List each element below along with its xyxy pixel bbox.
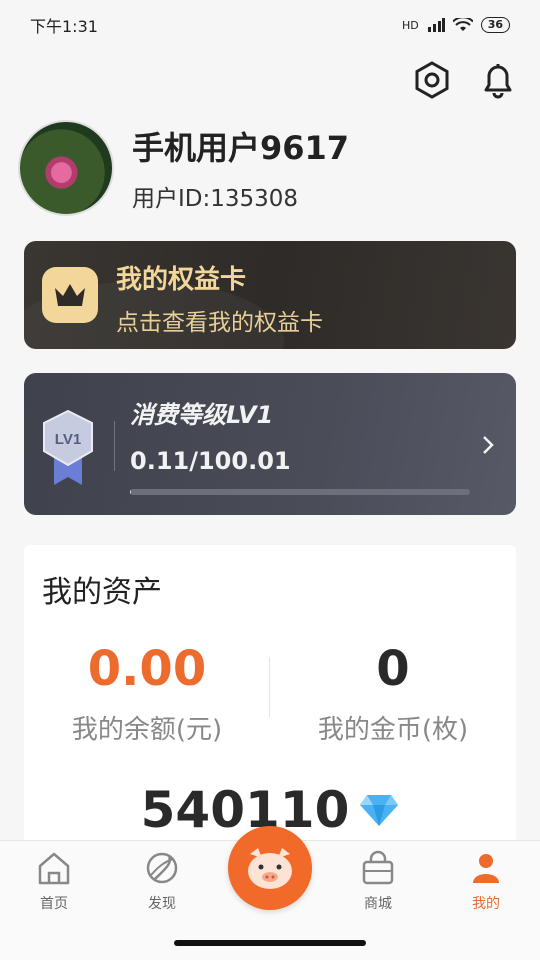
diamond-icon bbox=[360, 795, 399, 826]
assets-card: 我的资产 0.00 我的余额(元) 0 我的金币(枚) 540110 bbox=[24, 545, 516, 845]
nav-item-shop[interactable]: 商城 bbox=[338, 849, 418, 913]
nav-label-discover: 发现 bbox=[148, 896, 176, 912]
battery-indicator: 36 bbox=[480, 17, 510, 33]
coins-value: 0 bbox=[376, 641, 410, 697]
level-card[interactable]: LV1 消费等级LV1 0.11/100.01 bbox=[24, 373, 516, 515]
top-actions bbox=[412, 60, 518, 100]
balance-label: 我的余额(元) bbox=[71, 715, 223, 745]
nav-item-home[interactable]: 首页 bbox=[14, 849, 94, 913]
level-divider bbox=[114, 421, 115, 471]
signal-label: HD bbox=[401, 18, 419, 32]
nav-label-mine: 我的 bbox=[472, 896, 500, 912]
coins-label: 我的金币(枚) bbox=[317, 715, 469, 745]
user-icon bbox=[473, 854, 499, 883]
nav-item-discover[interactable]: 发现 bbox=[122, 849, 202, 913]
chevron-right-icon[interactable] bbox=[478, 431, 498, 459]
nav-label-shop: 商城 bbox=[364, 896, 392, 912]
assets-title: 我的资产 bbox=[42, 575, 162, 610]
status-bar: 下午1:31 HD 36 bbox=[0, 0, 540, 50]
level-title: 消费等级LV1 bbox=[130, 401, 274, 429]
benefit-card[interactable]: 我的权益卡 点击查看我的权益卡 bbox=[24, 241, 516, 349]
benefit-subtitle: 点击查看我的权益卡 bbox=[116, 310, 323, 336]
status-time: 下午1:31 bbox=[30, 17, 98, 36]
level-badge-icon: LV1 bbox=[43, 409, 93, 485]
status-icons: HD 36 bbox=[402, 17, 510, 33]
nav-label-home: 首页 bbox=[40, 896, 68, 912]
balance-block[interactable]: 0.00 我的余额(元) bbox=[24, 641, 270, 746]
diamond-value: 540110 bbox=[140, 781, 350, 839]
shop-icon bbox=[362, 850, 394, 885]
level-progress-bar bbox=[130, 489, 470, 495]
coins-block[interactable]: 0 我的金币(枚) bbox=[270, 641, 516, 746]
home-icon bbox=[38, 852, 70, 885]
pig-mascot-icon bbox=[248, 848, 292, 889]
username: 手机用户9617 bbox=[132, 129, 350, 167]
signal-icon bbox=[427, 18, 445, 32]
balance-value: 0.00 bbox=[87, 641, 207, 697]
level-badge-label: LV1 bbox=[55, 431, 81, 448]
benefit-title: 我的权益卡 bbox=[116, 265, 247, 295]
settings-icon[interactable] bbox=[412, 60, 452, 100]
wifi-icon bbox=[452, 18, 473, 31]
discover-icon bbox=[146, 852, 178, 884]
crown-icon bbox=[42, 267, 98, 323]
home-indicator bbox=[174, 940, 366, 946]
avatar[interactable] bbox=[18, 120, 114, 216]
level-progress-text: 0.11/100.01 bbox=[130, 447, 291, 475]
nav-item-mine[interactable]: 我的 bbox=[446, 849, 526, 913]
profile-section[interactable]: 手机用户9617 用户ID:135308 bbox=[18, 120, 349, 216]
bell-icon[interactable] bbox=[478, 60, 518, 100]
center-mascot-button[interactable] bbox=[228, 826, 312, 910]
user-id: 用户ID:135308 bbox=[132, 186, 299, 212]
